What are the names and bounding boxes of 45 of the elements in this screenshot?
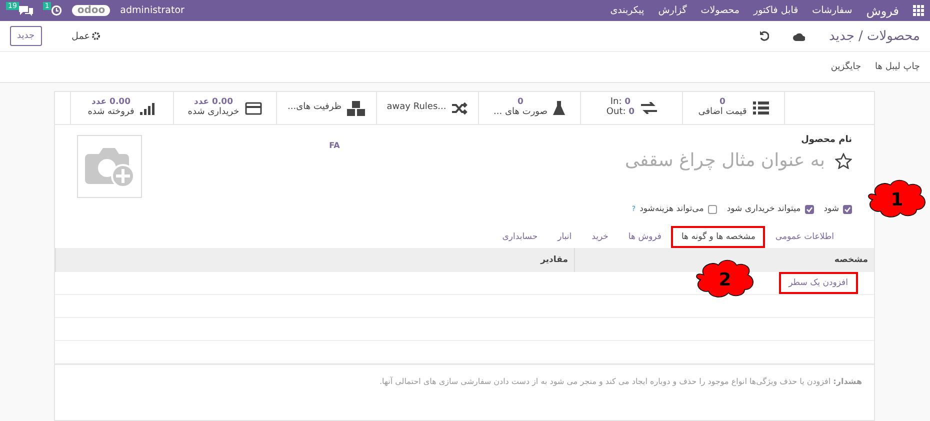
menu-item[interactable]: قابل فاکتور [754, 5, 798, 16]
menu-item[interactable]: سفارشات [812, 5, 852, 16]
user-name[interactable]: administrator [120, 5, 184, 16]
logo: odoo [72, 5, 110, 16]
check-icon [844, 206, 851, 212]
undo-icon[interactable] [759, 31, 770, 41]
bar-chart-icon [140, 102, 156, 114]
action-button[interactable]: عمل [66, 30, 106, 42]
menu-item[interactable]: محصولات [700, 5, 740, 16]
tab[interactable]: حسابداری [492, 226, 548, 248]
print-link[interactable]: جایگزین [830, 62, 862, 72]
app-title: فروش [866, 4, 899, 18]
print-link[interactable]: چاپ لیبل ها [875, 62, 920, 72]
tab[interactable]: اطلاعات عمومی [765, 226, 844, 248]
cubes-icon [347, 100, 366, 116]
camera-plus-icon [84, 146, 134, 188]
check-icon [806, 206, 813, 212]
tab[interactable]: فروش ها [618, 226, 672, 248]
menu-item[interactable]: گزارش [658, 5, 687, 16]
callout-cloud: 2 [694, 258, 756, 300]
tab[interactable]: خرید [582, 226, 618, 248]
callout-cloud: 1 [866, 178, 928, 220]
shuffle-icon [452, 102, 468, 114]
clock-icon[interactable] [51, 5, 62, 16]
column-header: مقادیر [55, 248, 574, 272]
new-button[interactable]: جدید [10, 26, 42, 46]
language-badge[interactable]: FA [329, 141, 340, 198]
arrows-icon [640, 102, 657, 114]
flask-icon [553, 101, 566, 115]
menu-item[interactable]: پیکربندی [610, 5, 644, 16]
star-icon[interactable] [835, 152, 852, 168]
checkbox-option[interactable]: شود [824, 204, 852, 214]
gear-icon [92, 32, 100, 40]
apps-menu-icon[interactable] [913, 5, 924, 16]
cloud-upload-icon[interactable] [793, 32, 806, 40]
tab[interactable]: مشخصه ها و گونه ها [671, 226, 766, 248]
list-icon [752, 101, 769, 115]
checkbox-option[interactable]: میتواند خریداری شود [726, 204, 814, 214]
chat-icon[interactable] [18, 5, 33, 16]
tab[interactable]: انبار [548, 226, 582, 248]
warning-text: هشدار: افزودن یا حذف ویژگی‌ها انواع موجود را حذف و دوباره ایجاد می کند و منجر می شود به از دست دادن سفارشی سازی های احتمالی آنها. [55, 364, 874, 398]
field-label: نام محصول [800, 135, 852, 145]
add-line-link[interactable]: افزودن یک سطر [778, 272, 858, 294]
credit-card-icon [245, 102, 262, 114]
breadcrumb[interactable]: محصولات / جدید [829, 28, 920, 44]
